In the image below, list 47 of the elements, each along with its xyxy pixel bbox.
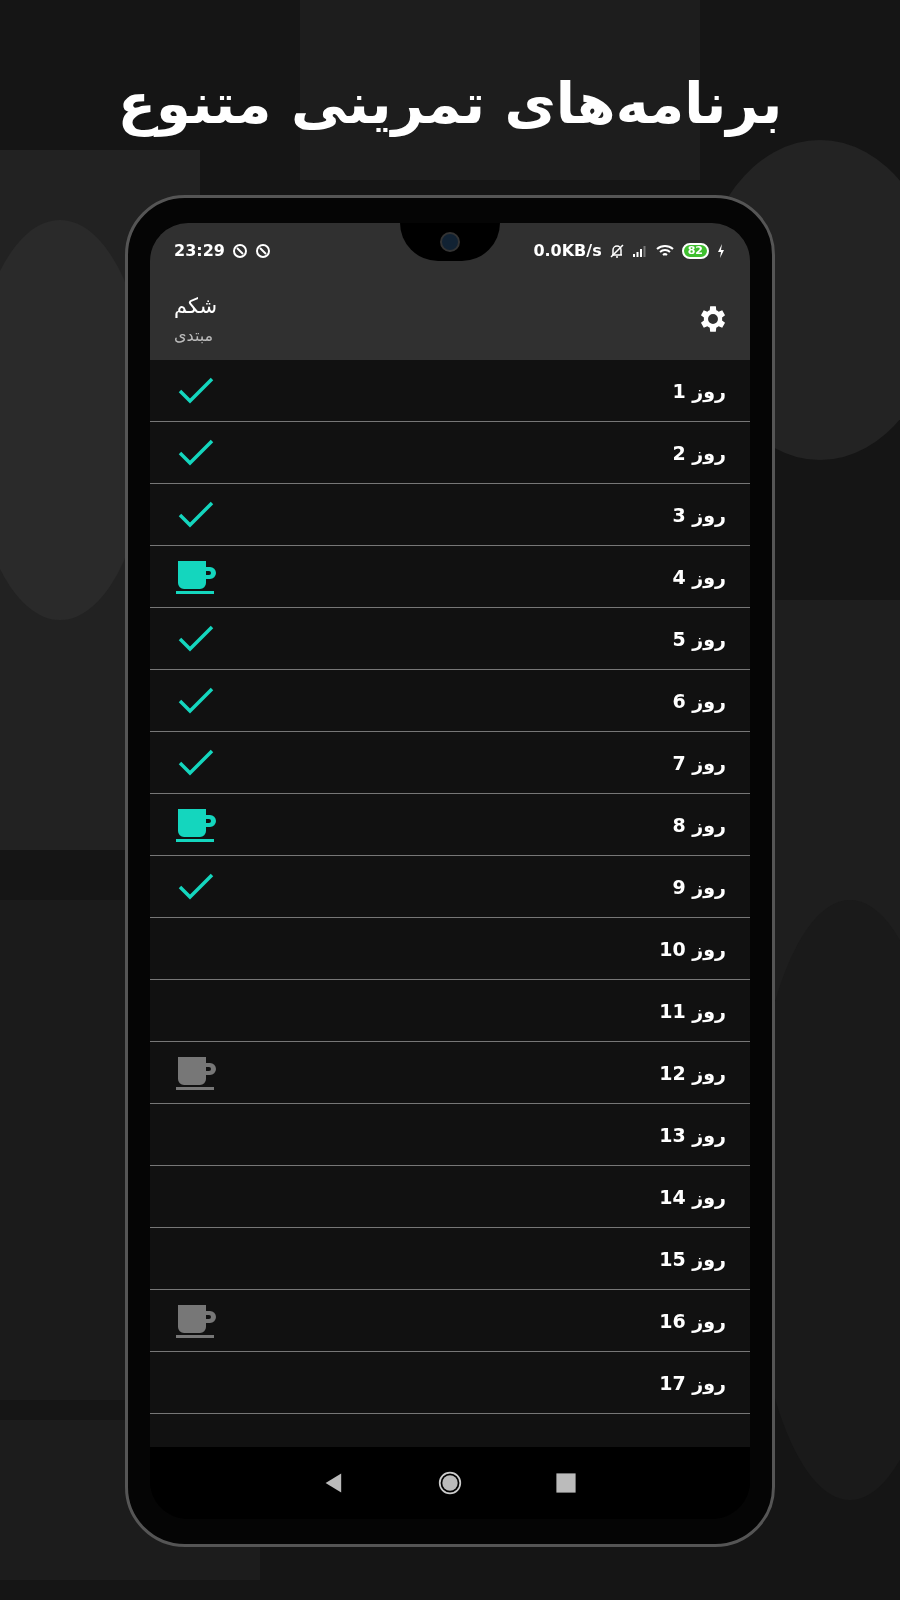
day-row[interactable]: روز 17: [150, 1352, 750, 1414]
screen-subtitle: مبتدی: [174, 325, 215, 345]
day-label: روز 10: [659, 937, 726, 960]
day-label: روز 15: [659, 1247, 726, 1270]
day-label: روز 8: [672, 813, 726, 836]
day-label: روز 6: [672, 689, 726, 712]
day-label: روز 2: [672, 441, 726, 464]
day-row[interactable]: روز 7: [150, 732, 750, 794]
day-label: روز 11: [659, 999, 726, 1022]
day-row[interactable]: روز 13: [150, 1104, 750, 1166]
charging-icon: [716, 242, 726, 259]
day-row[interactable]: روز 11: [150, 980, 750, 1042]
muted-bell-icon: [608, 242, 625, 259]
day-label: روز 3: [672, 503, 726, 526]
home-button[interactable]: [438, 1471, 462, 1495]
day-row[interactable]: روز 5: [150, 608, 750, 670]
day-row[interactable]: روز 10: [150, 918, 750, 980]
day-label: روز 12: [659, 1061, 726, 1084]
day-label: روز 16: [659, 1309, 726, 1332]
network-speed: 0.0KB/s: [533, 241, 602, 260]
notification-icon: [231, 242, 248, 259]
day-row[interactable]: روز 4: [150, 546, 750, 608]
day-row[interactable]: روز 14: [150, 1166, 750, 1228]
clock-time: 23:29: [174, 241, 225, 260]
wifi-icon: [654, 242, 675, 259]
day-label: روز 7: [672, 751, 726, 774]
day-row[interactable]: روز 9: [150, 856, 750, 918]
day-label: روز 4: [672, 565, 726, 588]
day-row[interactable]: روز 1: [150, 360, 750, 422]
day-row[interactable]: روز 6: [150, 670, 750, 732]
day-row[interactable]: روز 15: [150, 1228, 750, 1290]
day-label: روز 13: [659, 1123, 726, 1146]
recents-button[interactable]: [554, 1471, 578, 1495]
day-row[interactable]: روز 3: [150, 484, 750, 546]
day-label: روز 17: [659, 1371, 726, 1394]
day-row[interactable]: روز 2: [150, 422, 750, 484]
day-row[interactable]: روز 16: [150, 1290, 750, 1352]
day-row[interactable]: روز 8: [150, 794, 750, 856]
day-label: روز 1: [672, 379, 726, 402]
battery-indicator: 82: [681, 242, 709, 259]
screen-title: شکم: [174, 293, 218, 318]
notification-icon: [254, 242, 271, 259]
day-label: روز 5: [672, 627, 726, 650]
headline: برنامه‌های تمرینی متنوع: [117, 70, 783, 139]
day-label: روز 14: [659, 1185, 726, 1208]
day-row[interactable]: روز 12: [150, 1042, 750, 1104]
day-label: روز 9: [672, 875, 726, 898]
